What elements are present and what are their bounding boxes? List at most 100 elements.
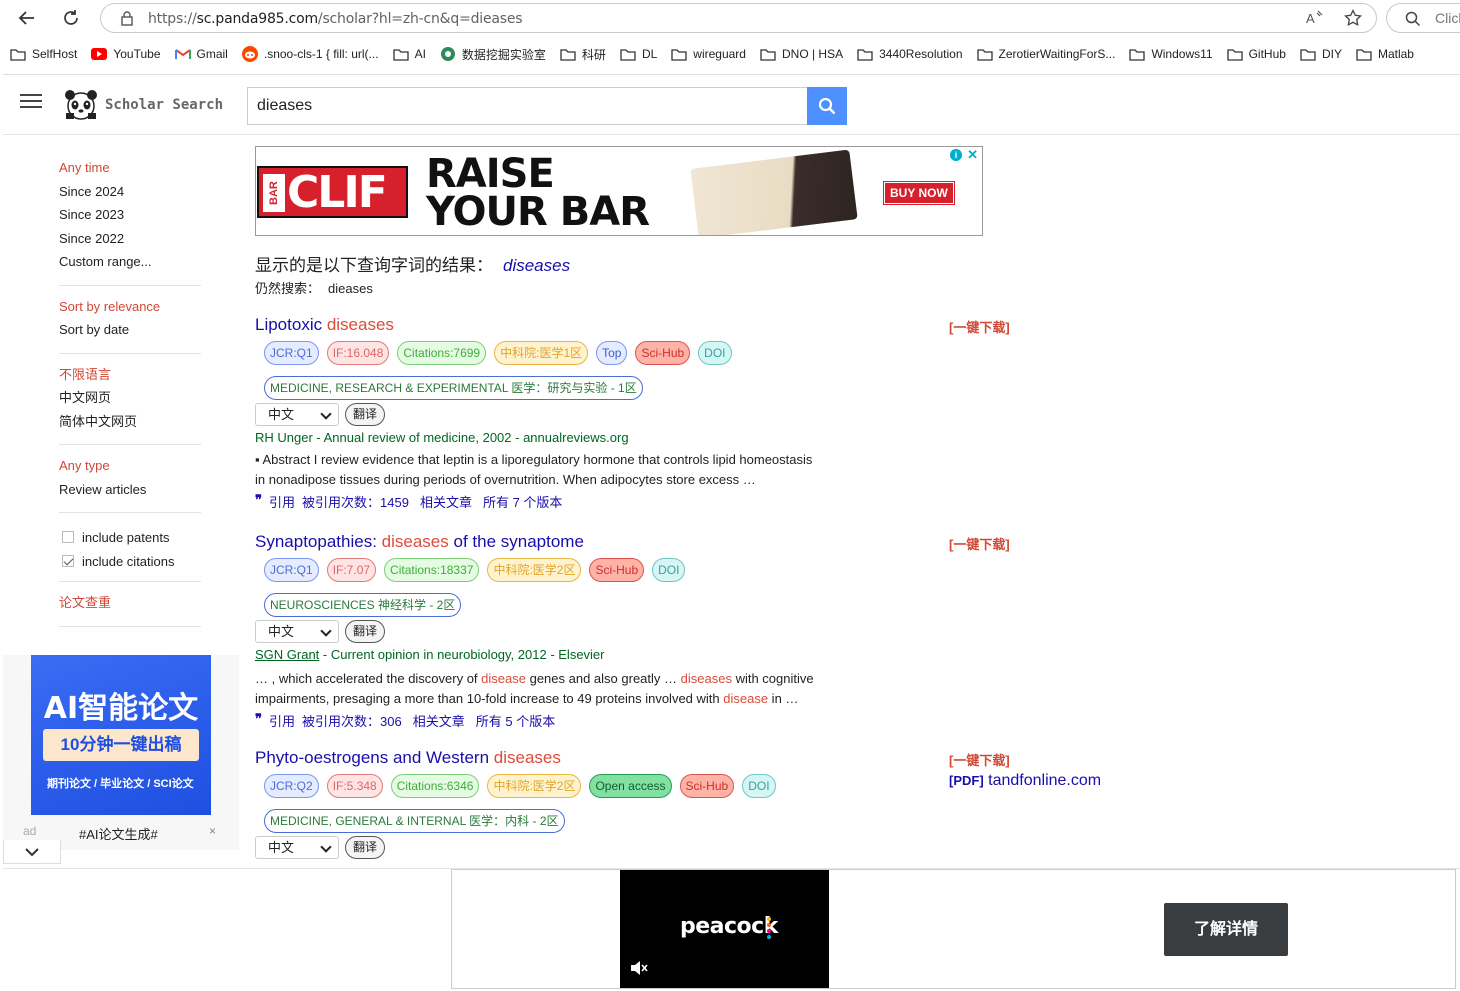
- collapse-ad-button[interactable]: [3, 840, 61, 864]
- side-search-box[interactable]: Click: [1386, 3, 1460, 33]
- bookmark-item[interactable]: Gmail: [174, 43, 228, 65]
- bookmark-item[interactable]: GitHub: [1226, 43, 1286, 65]
- impact-factor-badge[interactable]: IF:7.07: [326, 558, 377, 582]
- bookmark-item[interactable]: wireguard: [671, 43, 746, 65]
- sort-by-relevance[interactable]: Sort by relevance: [59, 298, 201, 322]
- side-ad-image[interactable]: AI智能论文 10分钟一键出稿 期刊论文 / 毕业论文 / SCI论文: [31, 655, 211, 815]
- cited-by-link[interactable]: 被引用次数：1459: [302, 492, 409, 511]
- scihub-badge[interactable]: Sci-Hub: [679, 774, 735, 798]
- close-icon[interactable]: ×: [209, 824, 216, 838]
- jcr-badge[interactable]: JCR:Q1: [264, 558, 319, 582]
- bottom-ad-frame[interactable]: peacock 了解详情: [451, 869, 1456, 989]
- bookmark-item[interactable]: 数据挖掘实验室: [440, 43, 546, 65]
- category-badge[interactable]: MEDICINE, RESEARCH & EXPERIMENTAL 医学：研究与…: [264, 376, 643, 400]
- citations-badge[interactable]: Citations:6346: [390, 774, 480, 798]
- video-ad[interactable]: peacock: [620, 870, 829, 988]
- translate-button[interactable]: 翻译: [345, 620, 386, 643]
- category-badge[interactable]: MEDICINE, GENERAL & INTERNAL 医学：内科 - 2区: [264, 809, 565, 833]
- all-versions-link[interactable]: 所有 7 个版本: [483, 492, 562, 511]
- bookmark-item[interactable]: SelfHost: [10, 43, 77, 65]
- translate-button[interactable]: 翻译: [345, 403, 386, 426]
- one-click-download-link[interactable]: [一键下载]: [949, 317, 1010, 336]
- bookmark-item[interactable]: 3440Resolution: [857, 43, 963, 65]
- side-ad-hashtag[interactable]: #AI论文生成#: [79, 824, 158, 843]
- bookmark-item[interactable]: 科研: [560, 43, 606, 65]
- filter-chinese-pages[interactable]: 中文网页: [59, 389, 201, 413]
- scihub-badge[interactable]: Sci-Hub: [635, 341, 691, 365]
- search-button[interactable]: [807, 87, 847, 125]
- reload-button[interactable]: [58, 5, 84, 31]
- impact-factor-badge[interactable]: IF:16.048: [326, 341, 390, 365]
- bookmark-item[interactable]: ZerotierWaitingForS...: [976, 43, 1115, 65]
- filter-simplified-chinese[interactable]: 简体中文网页: [59, 413, 201, 437]
- category-badge[interactable]: NEUROSCIENCES 神经科学 - 2区: [264, 593, 462, 617]
- side-ad[interactable]: AI智能论文 10分钟一键出稿 期刊论文 / 毕业论文 / SCI论文 ad #…: [3, 655, 239, 850]
- cas-zone-badge[interactable]: 中科院:医学1区: [494, 341, 589, 365]
- doi-badge[interactable]: DOI: [742, 774, 776, 798]
- sort-by-date[interactable]: Sort by date: [59, 321, 201, 345]
- related-articles-link[interactable]: 相关文章: [413, 711, 465, 730]
- language-select[interactable]: 中文: [255, 620, 339, 643]
- jcr-badge[interactable]: JCR:Q2: [264, 774, 319, 798]
- url-text[interactable]: https://sc.panda985.com/scholar?hl=zh-cn…: [148, 11, 523, 27]
- filter-any-type[interactable]: Any type: [59, 457, 201, 481]
- bookmark-item[interactable]: Matlab: [1356, 43, 1414, 65]
- top-badge[interactable]: Top: [596, 341, 628, 365]
- site-logo[interactable]: Scholar Search: [61, 85, 223, 125]
- filter-any-time[interactable]: Any time: [59, 159, 201, 183]
- buy-now-button[interactable]: BUY NOW: [884, 182, 954, 204]
- quote-icon[interactable]: ❞: [255, 492, 262, 511]
- read-aloud-icon[interactable]: A: [1306, 10, 1324, 26]
- back-button[interactable]: [14, 5, 40, 31]
- all-versions-link[interactable]: 所有 5 个版本: [476, 711, 555, 730]
- citations-badge[interactable]: Citations:18337: [384, 558, 480, 582]
- result-title-link[interactable]: Synaptopathies: diseases of the synaptom…: [255, 532, 584, 552]
- doi-badge[interactable]: DOI: [698, 341, 732, 365]
- translate-button[interactable]: 翻译: [345, 836, 386, 859]
- one-click-download-link[interactable]: [一键下载]: [949, 750, 1010, 769]
- one-click-download-link[interactable]: [一键下载]: [949, 534, 1010, 553]
- jcr-badge[interactable]: JCR:Q1: [264, 341, 319, 365]
- language-select[interactable]: 中文: [255, 403, 339, 426]
- ad-info-icon[interactable]: i: [950, 149, 962, 161]
- favorite-star-icon[interactable]: [1344, 9, 1362, 27]
- bookmark-item[interactable]: Windows11: [1129, 43, 1213, 65]
- include-patents-checkbox[interactable]: include patents: [59, 525, 201, 549]
- related-articles-link[interactable]: 相关文章: [420, 492, 472, 511]
- impact-factor-badge[interactable]: IF:5.348: [326, 774, 383, 798]
- open-access-badge[interactable]: Open access: [589, 774, 672, 798]
- include-citations-checkbox[interactable]: include citations: [59, 549, 201, 573]
- bookmark-item[interactable]: .snoo-cls-1 { fill: url(...: [241, 43, 379, 65]
- filter-since-2023[interactable]: Since 2023: [59, 206, 201, 230]
- bookmark-item[interactable]: DNO | HSA: [760, 43, 843, 65]
- result-title-link[interactable]: Phyto-oestrogens and Western diseases: [255, 748, 561, 768]
- lock-icon[interactable]: [120, 11, 134, 26]
- banner-ad[interactable]: BAR CLIF RAISE YOUR BAR BUY NOW i ✕: [255, 146, 983, 236]
- cited-by-link[interactable]: 被引用次数：306: [302, 711, 402, 730]
- pdf-link[interactable]: [PDF] tandfonline.com: [949, 772, 1101, 790]
- learn-more-button[interactable]: 了解详情: [1164, 903, 1288, 956]
- search-input[interactable]: [247, 87, 808, 125]
- original-query-link[interactable]: dieases: [328, 281, 373, 296]
- plagiarism-check-link[interactable]: 论文查重: [59, 594, 201, 618]
- cite-link[interactable]: 引用: [269, 711, 295, 730]
- cite-link[interactable]: 引用: [269, 492, 295, 511]
- mute-icon[interactable]: [630, 960, 648, 976]
- filter-since-2022[interactable]: Since 2022: [59, 230, 201, 254]
- author-link[interactable]: SGN Grant: [255, 647, 319, 662]
- bookmark-item[interactable]: YouTube: [91, 43, 161, 65]
- bookmark-item[interactable]: DL: [620, 43, 657, 65]
- cas-zone-badge[interactable]: 中科院:医学2区: [487, 774, 582, 798]
- quote-icon[interactable]: ❞: [255, 711, 262, 730]
- filter-review-articles[interactable]: Review articles: [59, 481, 201, 505]
- cas-zone-badge[interactable]: 中科院:医学2区: [487, 558, 582, 582]
- result-title-link[interactable]: Lipotoxic diseases: [255, 315, 394, 335]
- language-select[interactable]: 中文: [255, 836, 339, 859]
- bookmark-item[interactable]: DIY: [1300, 43, 1342, 65]
- bookmark-item[interactable]: AI: [392, 43, 426, 65]
- citations-badge[interactable]: Citations:7699: [397, 341, 487, 365]
- hamburger-menu-icon[interactable]: [20, 94, 42, 112]
- filter-custom-range[interactable]: Custom range...: [59, 253, 201, 277]
- corrected-query-link[interactable]: diseases: [503, 256, 570, 275]
- scihub-badge[interactable]: Sci-Hub: [589, 558, 645, 582]
